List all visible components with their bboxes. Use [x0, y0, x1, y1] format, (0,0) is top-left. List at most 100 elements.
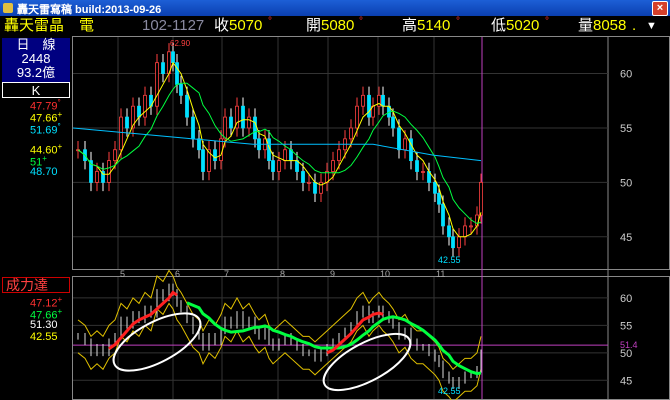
high-value: 5140	[417, 17, 451, 34]
candle-body	[361, 94, 365, 107]
scroll-arrow-icon[interactable]: ▼	[646, 16, 657, 36]
open-value: 5080	[321, 17, 355, 34]
x-axis-label: 11	[436, 269, 445, 279]
y-tick-label: 55	[620, 123, 632, 135]
period-label: 日 線	[16, 37, 56, 52]
candle-body	[95, 171, 99, 183]
candle-body	[457, 236, 461, 249]
candle-body	[469, 225, 473, 228]
volume-label: 量	[578, 17, 594, 34]
indicator-red-line	[108, 290, 178, 350]
candle-body	[223, 116, 227, 140]
candle-body	[171, 51, 175, 64]
high-label: 高	[402, 17, 418, 34]
candle-body	[229, 116, 233, 129]
band-lower-line	[77, 302, 482, 400]
candle-body	[277, 160, 281, 172]
candle-body	[185, 94, 189, 118]
candle-body	[247, 116, 251, 129]
candle-body	[381, 94, 385, 107]
annotation-ellipse	[322, 332, 412, 392]
open-label: 開	[306, 17, 322, 34]
y-tick-label: 50	[620, 177, 632, 189]
indicator-low-label: 42.55	[438, 386, 461, 396]
candle-body	[137, 105, 141, 118]
candle-body	[415, 160, 419, 172]
candle-body	[433, 181, 437, 194]
candle-body	[219, 138, 223, 162]
candle-body	[397, 127, 401, 151]
x-axis-label: 7	[224, 269, 229, 279]
stock-name: 轟天雷晶 電	[4, 17, 95, 34]
indicator-value-2: 51.30	[30, 319, 58, 331]
candle-body	[191, 116, 195, 140]
close-suffix: °	[268, 16, 272, 27]
candle-body	[179, 84, 183, 96]
candle-body	[463, 225, 467, 238]
candle-body	[125, 116, 129, 129]
candle-body	[447, 225, 451, 238]
x-axis-label: 6	[175, 269, 180, 279]
candle-body	[391, 116, 395, 129]
candle-body	[403, 138, 407, 151]
close-label: 收	[214, 17, 230, 34]
candle-body	[241, 105, 245, 129]
candle-body	[355, 105, 359, 129]
low-label: 低	[491, 17, 507, 34]
ma-long-line	[72, 127, 482, 162]
y-tick-label: 45	[620, 232, 632, 244]
candle-body	[201, 149, 205, 172]
candle-body	[271, 160, 275, 172]
candle-body	[143, 94, 147, 118]
app-icon	[3, 3, 13, 13]
x-axis-label: 10	[380, 269, 390, 279]
volume-value: 8058	[593, 17, 627, 34]
quote-info-bar: 轟天雷晶 電 102-1127 收 5070 ° 開 5080 ° 高 5140…	[0, 16, 670, 36]
candle-body	[349, 127, 353, 140]
y-tick-label: 45	[620, 375, 632, 387]
low-price-label: 42.55	[438, 255, 461, 265]
candle-body	[113, 149, 117, 162]
turnover-amount: 93.2億	[16, 65, 56, 80]
candle-body	[479, 181, 483, 216]
window-title: 轟天雷寫稿 build:2013-09-26	[17, 4, 162, 16]
candle-body	[421, 171, 425, 173]
candle-body	[295, 160, 299, 172]
left-info-panel: 日 線 2448 93.2億 K 47.79° 47.66+ 51.69° 44.60…	[0, 36, 72, 400]
chart-mode-button[interactable]: K	[2, 82, 70, 98]
candle-body	[119, 116, 123, 151]
candle-body	[161, 62, 165, 74]
candle-body	[283, 149, 287, 162]
candle-body	[441, 203, 445, 227]
candle-body	[337, 149, 341, 162]
indicator-title[interactable]: 成力達	[2, 277, 70, 293]
candle-body	[331, 160, 335, 172]
period-box[interactable]: 日 線 2448 93.2億	[2, 38, 70, 82]
candle-body	[367, 94, 371, 118]
low-value: 5020	[506, 17, 540, 34]
low-suffix: °	[545, 16, 549, 27]
y-tick-label: 60	[620, 69, 632, 81]
y-tick-label: 55	[620, 320, 632, 332]
reference-label: 51.4	[620, 340, 638, 350]
x-axis-label: 8	[280, 269, 285, 279]
stock-code: 102-1127	[142, 17, 205, 34]
close-value: 5070	[229, 17, 263, 34]
volume-suffix: .	[632, 17, 637, 34]
candle-body	[155, 62, 159, 107]
x-axis-label: 5	[120, 269, 125, 279]
bar-count: 2448	[21, 51, 51, 66]
candle-body	[313, 181, 317, 194]
high-price-label: 62.90	[170, 39, 191, 48]
chart-area[interactable]: 5 6 7 8 9 10 11605550456055504551.462.9042.554…	[72, 36, 670, 400]
ma-value-5: 48.70	[30, 166, 58, 178]
candle-body	[319, 181, 323, 194]
close-button[interactable]: ×	[652, 1, 668, 16]
candle-body	[253, 116, 257, 140]
high-suffix: °	[456, 16, 460, 27]
title-bar: 轟天雷寫稿 build:2013-09-26 ×	[0, 0, 670, 16]
candle-body	[307, 181, 311, 184]
candle-body	[301, 171, 305, 183]
indicator-value-3: 42.55	[30, 331, 58, 343]
candle-body	[197, 138, 201, 151]
